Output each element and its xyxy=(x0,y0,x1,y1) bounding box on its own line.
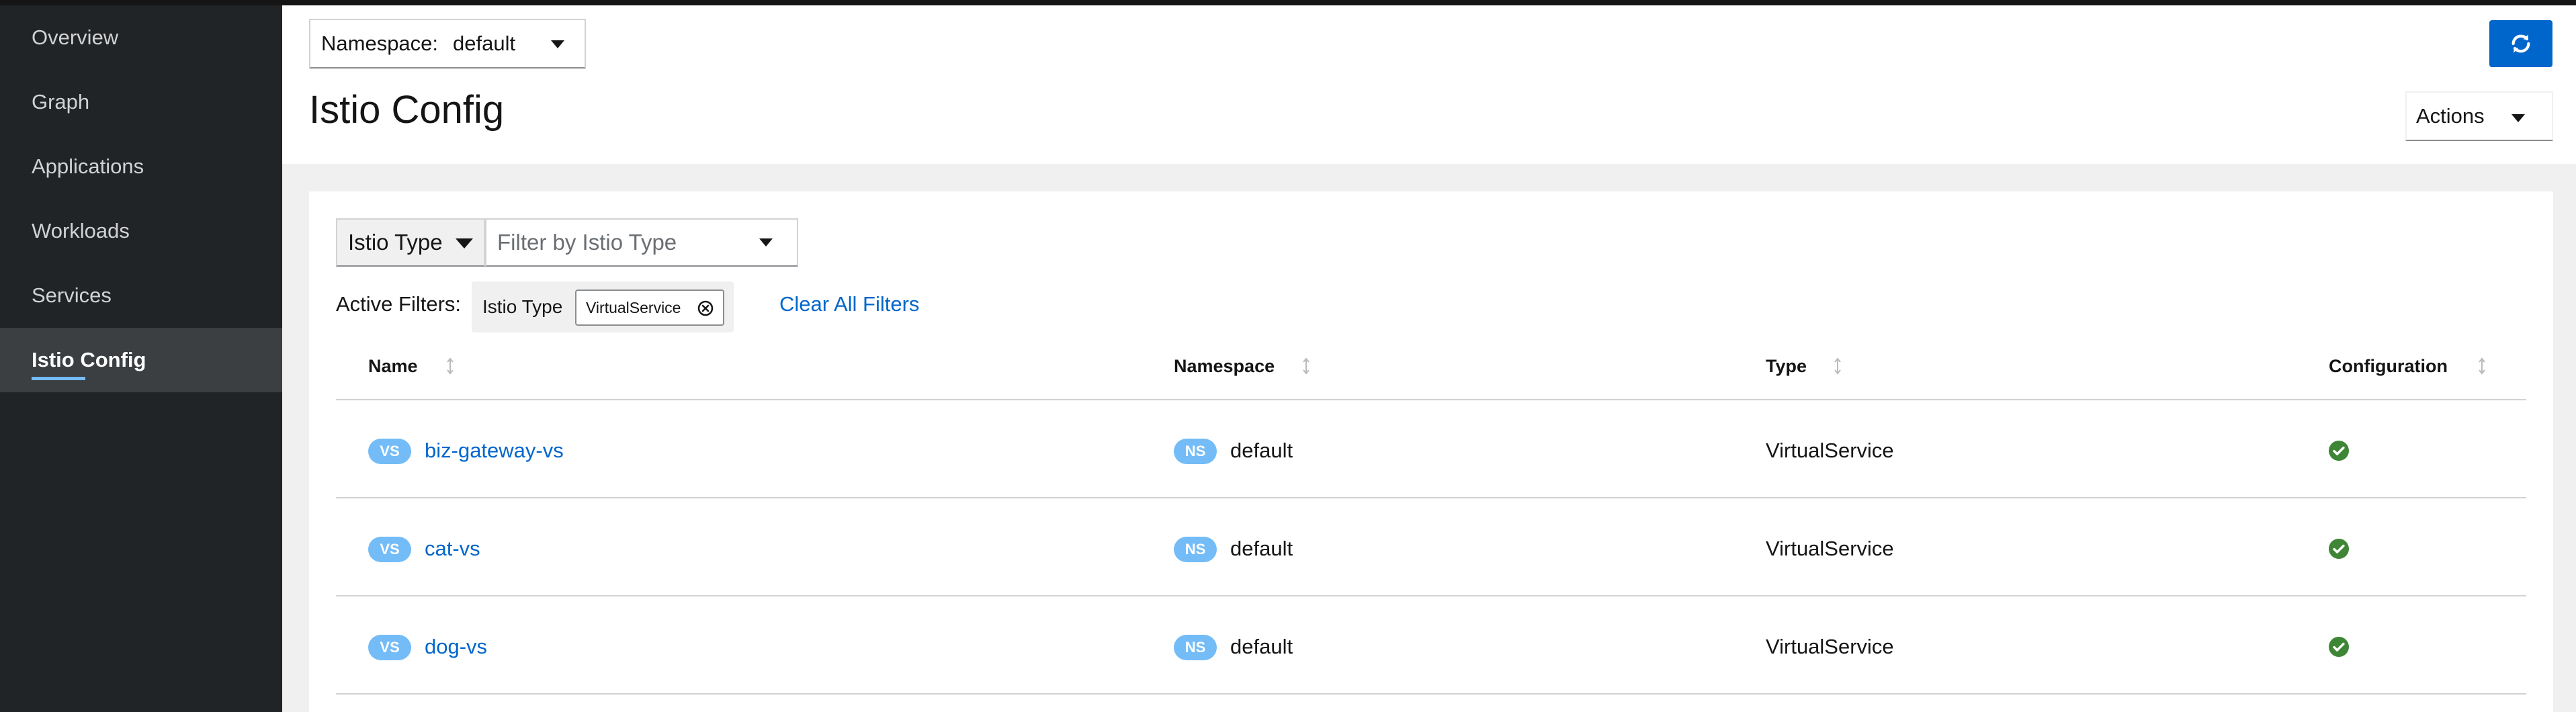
config-name-link[interactable]: cat-vs xyxy=(425,535,480,562)
active-indicator xyxy=(32,377,85,380)
config-name-link[interactable]: biz-gateway-vs xyxy=(425,437,564,464)
close-circle-icon[interactable] xyxy=(697,300,714,316)
filter-value-select[interactable]: Filter by Istio Type xyxy=(485,218,798,267)
ns-badge: NS xyxy=(1174,537,1217,562)
clear-all-filters-link[interactable]: Clear All Filters xyxy=(779,291,919,318)
sidebar-item-graph[interactable]: Graph xyxy=(0,70,282,134)
sidebar-item-workloads[interactable]: Workloads xyxy=(0,199,282,263)
refresh-icon xyxy=(2511,34,2530,53)
ns-badge: NS xyxy=(1174,635,1217,660)
page-title: Istio Config xyxy=(309,88,505,132)
ns-badge: NS xyxy=(1174,439,1217,464)
istio-config-panel: Istio Type Filter by Istio Type Active F… xyxy=(309,191,2553,712)
vs-badge: VS xyxy=(368,537,411,562)
chip-category: Istio Type xyxy=(482,296,563,317)
row-divider xyxy=(336,693,2526,695)
sort-icon[interactable] xyxy=(1832,353,1843,380)
filter-chip: VirtualService xyxy=(575,290,724,326)
active-filters-label: Active Filters: xyxy=(336,292,462,316)
sort-icon[interactable] xyxy=(445,353,456,380)
sidebar-item-services[interactable]: Services xyxy=(0,263,282,328)
namespace-cell: default xyxy=(1230,439,1293,462)
column-header-type[interactable]: Type xyxy=(1766,353,1807,380)
column-header-name[interactable]: Name xyxy=(368,353,418,380)
caret-down-icon xyxy=(456,238,473,249)
column-header-configuration[interactable]: Configuration xyxy=(2329,353,2448,380)
vs-badge: VS xyxy=(368,635,411,660)
caret-down-icon xyxy=(551,40,564,48)
sort-icon[interactable] xyxy=(2477,353,2487,380)
filter-type-label: Istio Type xyxy=(348,230,443,255)
namespace-value: default xyxy=(453,32,516,55)
check-circle-icon xyxy=(2329,637,2349,657)
namespace-cell: default xyxy=(1230,537,1293,560)
sidebar-item-label: Istio Config xyxy=(32,348,146,371)
sidebar-item-applications[interactable]: Applications xyxy=(0,134,282,199)
type-cell: VirtualService xyxy=(1766,635,1894,658)
caret-down-icon xyxy=(2511,114,2525,122)
chip-value: VirtualService xyxy=(586,298,681,316)
sidebar: Overview Graph Applications Workloads Se… xyxy=(0,5,282,712)
actions-dropdown[interactable]: Actions xyxy=(2405,91,2553,141)
vs-badge: VS xyxy=(368,439,411,464)
config-name-link[interactable]: dog-vs xyxy=(425,633,487,660)
type-cell: VirtualService xyxy=(1766,537,1894,560)
sidebar-item-overview[interactable]: Overview xyxy=(0,5,282,70)
refresh-button[interactable] xyxy=(2489,20,2552,67)
caret-down-icon xyxy=(759,238,773,247)
actions-label: Actions xyxy=(2416,104,2485,128)
row-divider xyxy=(336,399,2526,400)
filter-placeholder: Filter by Istio Type xyxy=(497,230,677,255)
top-bar xyxy=(0,0,2576,5)
check-circle-icon xyxy=(2329,539,2349,559)
column-header-namespace[interactable]: Namespace xyxy=(1174,353,1275,380)
filter-chip-group: Istio Type VirtualService xyxy=(472,281,734,332)
filter-type-select[interactable]: Istio Type xyxy=(336,218,485,267)
row-divider xyxy=(336,497,2526,498)
row-divider xyxy=(336,595,2526,596)
check-circle-icon xyxy=(2329,441,2349,461)
type-cell: VirtualService xyxy=(1766,439,1894,462)
namespace-cell: default xyxy=(1230,635,1293,658)
namespace-label: Namespace: xyxy=(321,32,439,55)
sidebar-item-istio-config[interactable]: Istio Config xyxy=(0,328,282,392)
namespace-select[interactable]: Namespace: default xyxy=(309,19,586,69)
sort-icon[interactable] xyxy=(1301,353,1312,380)
page-header: Namespace: default Istio Config Actions xyxy=(282,5,2576,164)
